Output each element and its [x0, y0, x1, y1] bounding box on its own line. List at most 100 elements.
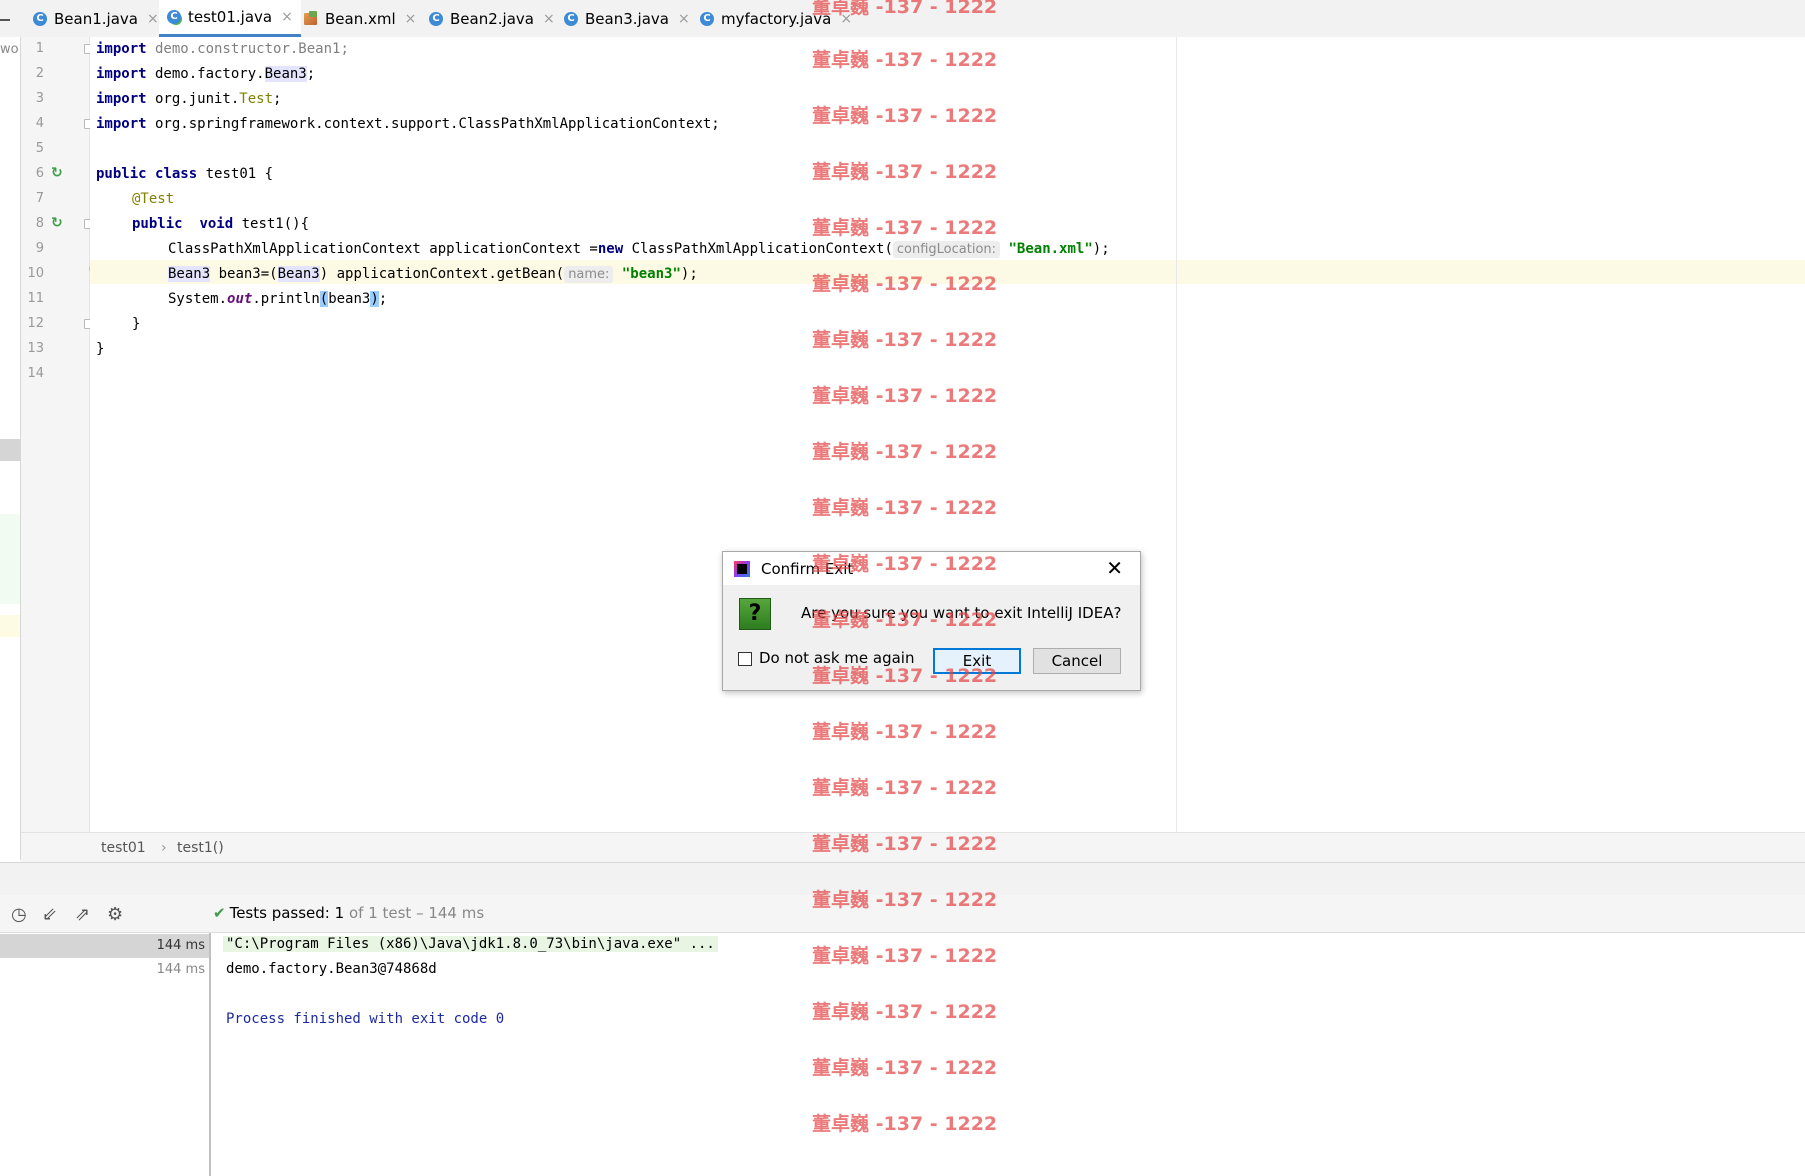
- editor-tab-bar: C Bean1.java × C test01.java × Bean.xml …: [0, 0, 1805, 38]
- code-text: bean3: [328, 291, 371, 307]
- keyword: void: [199, 216, 234, 232]
- line-number: 5: [35, 141, 44, 156]
- exit-button[interactable]: Exit: [933, 648, 1021, 674]
- tab-list-icon[interactable]: [0, 19, 10, 21]
- keyword: public: [96, 166, 147, 182]
- tab-bean1-java[interactable]: C Bean1.java ×: [33, 0, 159, 37]
- project-panel-edge: wo: [0, 37, 21, 860]
- line-number: 8: [35, 216, 44, 231]
- run-toolbar: ◷ ⇙ ⇗ ⚙ ✔ Tests passed: 1 of 1 test – 144…: [0, 895, 1805, 933]
- console-output[interactable]: "C:\Program Files (x86)\Java\jdk1.8.0_73…: [211, 933, 1805, 1176]
- code-line-6: public class test01 {: [96, 162, 273, 187]
- console-finish-line: Process finished with exit code 0: [226, 1011, 505, 1027]
- breadcrumb-method[interactable]: test1(): [177, 840, 224, 856]
- code-line-1: import demo.constructor.Bean1;: [96, 37, 349, 62]
- line-number: 13: [27, 341, 44, 356]
- code-text: org.junit.: [146, 91, 240, 107]
- tab-close-icon[interactable]: ×: [543, 11, 555, 27]
- settings-icon[interactable]: ⚙: [107, 904, 123, 925]
- console-command-line[interactable]: "C:\Program Files (x86)\Java\jdk1.8.0_73…: [223, 936, 718, 952]
- tab-close-icon[interactable]: ×: [405, 11, 417, 27]
- line-number: 2: [35, 66, 44, 81]
- tab-bean2-java[interactable]: C Bean2.java ×: [429, 0, 555, 37]
- brace-match: (: [319, 291, 329, 307]
- tab-label: Bean1.java: [54, 9, 138, 28]
- parameter-hint: configLocation:: [892, 241, 1001, 258]
- passed-count: 1: [334, 904, 345, 922]
- code-text: ;: [378, 291, 388, 307]
- tab-test01-java[interactable]: C test01.java ×: [159, 0, 301, 37]
- intellij-idea-icon: [734, 561, 750, 577]
- keyword: import: [96, 91, 147, 107]
- tab-close-icon[interactable]: ×: [678, 11, 690, 27]
- export-tests-icon[interactable]: ⇗: [75, 904, 90, 925]
- test-duration: 144 ms: [156, 938, 205, 953]
- line-number: 9: [35, 241, 44, 256]
- test-tree-row[interactable]: 144 ms: [0, 958, 209, 982]
- code-string: "bean3": [621, 266, 681, 282]
- brace-match: ): [370, 291, 379, 307]
- tab-myfactory-java[interactable]: C myfactory.java ×: [700, 0, 852, 37]
- code-line-3: import org.junit.Test;: [96, 87, 281, 112]
- code-line-13: }: [96, 341, 105, 357]
- confirm-exit-dialog: Confirm Exit ✕ ? Are you sure you want t…: [722, 551, 1141, 691]
- breadcrumb-class[interactable]: test01: [101, 840, 146, 856]
- cancel-button[interactable]: Cancel: [1033, 648, 1121, 674]
- test-tree: 144 ms 144 ms: [0, 933, 211, 1176]
- history-icon[interactable]: ◷: [11, 904, 27, 925]
- tab-close-icon[interactable]: ×: [840, 11, 852, 27]
- code-text: ;: [306, 66, 316, 82]
- import-tests-icon[interactable]: ⇙: [42, 904, 57, 925]
- run-class-icon[interactable]: ↻: [51, 165, 63, 181]
- line-number: 14: [27, 366, 44, 381]
- code-text: );: [680, 266, 698, 282]
- keyword: import: [96, 41, 147, 57]
- tab-label: Bean2.java: [450, 9, 534, 28]
- code-text: ) applicationContext.getBean(: [319, 266, 565, 282]
- do-not-ask-label[interactable]: Do not ask me again: [759, 649, 914, 667]
- line-number: 6: [35, 166, 44, 181]
- code-line-9: ClassPathXmlApplicationContext applicati…: [168, 237, 1110, 262]
- editor-gutter: 1 2 3 4 5 6 7 8 9 10 11 12 13 14 ↻ ↻: [21, 37, 100, 832]
- java-class-icon: C: [564, 11, 578, 26]
- dialog-title-bar[interactable]: Confirm Exit ✕: [723, 552, 1140, 585]
- java-class-icon: C: [429, 11, 443, 26]
- dialog-title: Confirm Exit: [761, 560, 854, 578]
- close-icon[interactable]: ✕: [1106, 556, 1123, 580]
- run-method-icon[interactable]: ↻: [51, 215, 63, 231]
- tab-label: myfactory.java: [721, 9, 832, 28]
- breadcrumb-separator: ›: [161, 840, 167, 856]
- dialog-message: Are you sure you want to exit IntelliJ I…: [801, 604, 1122, 622]
- test-status: ✔ Tests passed: 1 of 1 test – 144 ms: [213, 904, 484, 922]
- tab-close-icon[interactable]: ×: [147, 11, 159, 27]
- right-margin-guide: [1176, 37, 1177, 832]
- tab-label: test01.java: [188, 8, 273, 26]
- code-line-8: public void test1(){: [132, 212, 309, 237]
- project-marker: [0, 615, 20, 637]
- code-static-field: out: [227, 291, 253, 307]
- do-not-ask-checkbox[interactable]: [738, 652, 752, 666]
- code-line-10: Bean3 bean3=(Bean3) applicationContext.g…: [168, 262, 698, 287]
- tool-window-header: [0, 862, 1805, 896]
- keyword: new: [597, 241, 624, 257]
- code-editor[interactable]: import demo.constructor.Bean1; import de…: [90, 37, 1805, 832]
- xml-file-icon: [303, 10, 319, 27]
- code-text: test01 {: [197, 166, 274, 182]
- code-text: demo.constructor.Bean1;: [146, 41, 349, 57]
- code-annotation: @Test: [132, 191, 175, 207]
- code-text: );: [1092, 241, 1110, 257]
- keyword: class: [155, 166, 198, 182]
- code-text: ;: [273, 91, 282, 107]
- project-highlight: [0, 514, 20, 604]
- project-panel-text: wo: [0, 42, 19, 57]
- line-number: 1: [35, 41, 44, 56]
- test-tree-row[interactable]: 144 ms: [0, 934, 209, 958]
- line-number: 4: [35, 116, 44, 131]
- code-text: .println: [252, 291, 320, 307]
- tab-close-icon[interactable]: ×: [281, 9, 293, 25]
- tab-bean3-java[interactable]: C Bean3.java ×: [564, 0, 690, 37]
- test-duration: 144 ms: [156, 962, 205, 977]
- tab-bean-xml[interactable]: Bean.xml ×: [303, 0, 416, 37]
- status-suffix: of 1 test – 144 ms: [348, 904, 485, 922]
- code-line-4: import org.springframework.context.suppo…: [96, 112, 720, 137]
